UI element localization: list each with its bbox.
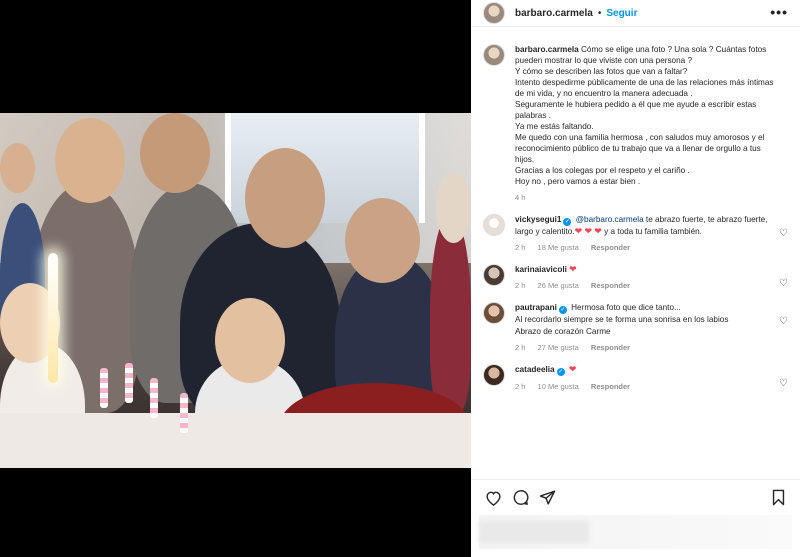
comment-time[interactable]: 2 h: [515, 382, 525, 391]
more-options-icon[interactable]: •••: [770, 4, 788, 20]
author-username[interactable]: barbaro.carmela: [515, 8, 593, 19]
photo-candle: [180, 393, 188, 433]
caption-line: Me quedo con una familia hermosa , con s…: [515, 133, 765, 164]
comment-meta: 2 h 26 Me gusta Responder: [515, 281, 779, 290]
red-heart-emoji-icon: ❤: [574, 226, 583, 236]
comment-body: y a toda tu familia también.: [601, 227, 702, 236]
comment-meta: 2 h 18 Me gusta Responder: [515, 243, 779, 252]
comment-body: Abrazo de corazón Carme: [515, 326, 611, 336]
comment-likes[interactable]: 10 Me gusta: [538, 382, 579, 391]
caption-text: barbaro.carmela Cómo se elige una foto ?…: [515, 44, 779, 187]
comment-meta: 2 h 27 Me gusta Responder: [515, 343, 779, 352]
header-separator: •: [597, 7, 602, 19]
share-icon[interactable]: [537, 488, 557, 508]
comment-username[interactable]: catadeelia: [515, 365, 555, 374]
comment-like-heart-icon[interactable]: ♡: [779, 316, 788, 327]
author-avatar[interactable]: [483, 2, 505, 24]
photo-person: [430, 213, 471, 413]
comment-username[interactable]: karinaiavicoli: [515, 265, 567, 274]
caption-username[interactable]: barbaro.carmela: [515, 45, 579, 54]
photo-candle: [125, 363, 133, 403]
photo-head: [0, 143, 35, 193]
comment-item: pautrapani ✓ Hermosa foto que dice tanto.…: [483, 302, 788, 352]
comment-body: Al recordarlo siempre se te forma una so…: [515, 315, 729, 325]
post-panel: barbaro.carmela • Seguir ••• barbaro.car…: [471, 0, 800, 557]
red-heart-emoji-icon: ❤: [584, 226, 592, 236]
photo-table: [0, 413, 471, 468]
photo-head: [245, 148, 325, 248]
comment-avatar[interactable]: [483, 264, 505, 287]
photo-head: [140, 113, 210, 193]
comment-body: Hermosa foto que dice tanto...: [568, 303, 681, 313]
post-photo[interactable]: [0, 113, 471, 468]
red-heart-emoji-icon: ❤: [569, 264, 577, 275]
comment-meta: 2 h 10 Me gusta Responder: [515, 382, 779, 391]
post-action-bar: [471, 479, 800, 515]
comment-avatar[interactable]: [483, 214, 505, 236]
reply-button[interactable]: Responder: [591, 343, 630, 352]
caption-line: Y cómo se describen las fotos que van a …: [515, 67, 688, 76]
comment-username[interactable]: vickysegui1: [515, 215, 561, 224]
blurred-likes: [479, 521, 589, 543]
reply-button[interactable]: Responder: [591, 281, 630, 290]
comment-item: vickysegui1 ✓ @barbaro.carmela te abrazo …: [483, 214, 788, 252]
comments-scroll-area[interactable]: barbaro.carmela Cómo se elige una foto ?…: [471, 44, 800, 476]
red-heart-emoji-icon: ❤: [568, 363, 577, 374]
caption-row: barbaro.carmela Cómo se elige una foto ?…: [483, 44, 788, 202]
comment-likes[interactable]: 18 Me gusta: [538, 243, 579, 252]
photo-head: [55, 118, 125, 203]
caption-line: Hoy no , pero vamos a estar bien .: [515, 177, 641, 186]
caption-meta: 4 h: [515, 193, 779, 202]
photo-sparkler: [48, 253, 58, 383]
comment-item: karinaiavicoli ❤ 2 h 26 Me gusta Respond…: [483, 264, 788, 290]
follow-button[interactable]: Seguir: [606, 8, 637, 19]
comment-time[interactable]: 2 h: [515, 243, 525, 252]
verified-badge-icon: ✓: [563, 218, 572, 226]
comment-likes[interactable]: 27 Me gusta: [538, 343, 579, 352]
comment-like-heart-icon[interactable]: ♡: [779, 378, 788, 389]
comment-like-heart-icon[interactable]: ♡: [779, 278, 788, 289]
likes-preview-area: [479, 515, 792, 549]
comment-icon[interactable]: [510, 488, 530, 508]
photo-candle: [150, 378, 158, 418]
comment-avatar[interactable]: [483, 302, 505, 325]
comment-username[interactable]: pautrapani: [515, 303, 557, 312]
post-header: barbaro.carmela • Seguir •••: [471, 0, 800, 27]
comment-avatar[interactable]: [483, 363, 505, 386]
heart-icon[interactable]: [483, 488, 503, 508]
caption-line: Ya me estás faltando.: [515, 122, 594, 131]
photo-candle: [100, 368, 108, 408]
photo-head: [345, 198, 420, 283]
comment-time[interactable]: 2 h: [515, 343, 525, 352]
caption-time[interactable]: 4 h: [515, 193, 525, 202]
red-heart-emoji-icon: ❤: [594, 226, 602, 236]
caption-line: Seguramente le hubiera pedido a él que m…: [515, 100, 757, 120]
reply-button[interactable]: Responder: [591, 243, 630, 252]
post-media: [0, 0, 471, 557]
caption-line: Gracias a los colegas por el respeto y e…: [515, 166, 690, 175]
caption-avatar[interactable]: [483, 44, 505, 66]
verified-badge-icon: ✓: [558, 306, 567, 315]
comment-like-heart-icon[interactable]: ♡: [779, 228, 788, 239]
comment-text: vickysegui1 ✓ @barbaro.carmela te abrazo …: [515, 214, 779, 237]
comment-time[interactable]: 2 h: [515, 281, 525, 290]
bookmark-icon[interactable]: [768, 488, 788, 508]
caption-line: Intento despedirme públicamente de una d…: [515, 78, 774, 98]
verified-badge-icon: ✓: [556, 367, 565, 376]
comment-text: catadeelia ✓ ❤: [515, 364, 779, 376]
comment-mention[interactable]: @barbaro.carmela: [576, 215, 644, 224]
comment-item: catadeelia ✓ ❤ 2 h 10 Me gusta Responder …: [483, 363, 788, 391]
photo-head: [436, 173, 471, 243]
comment-text: karinaiavicoli ❤: [515, 264, 779, 275]
comment-likes[interactable]: 26 Me gusta: [538, 281, 579, 290]
comment-text: pautrapani ✓ Hermosa foto que dice tanto.…: [515, 302, 779, 336]
photo-head: [215, 298, 285, 383]
reply-button[interactable]: Responder: [591, 382, 630, 391]
